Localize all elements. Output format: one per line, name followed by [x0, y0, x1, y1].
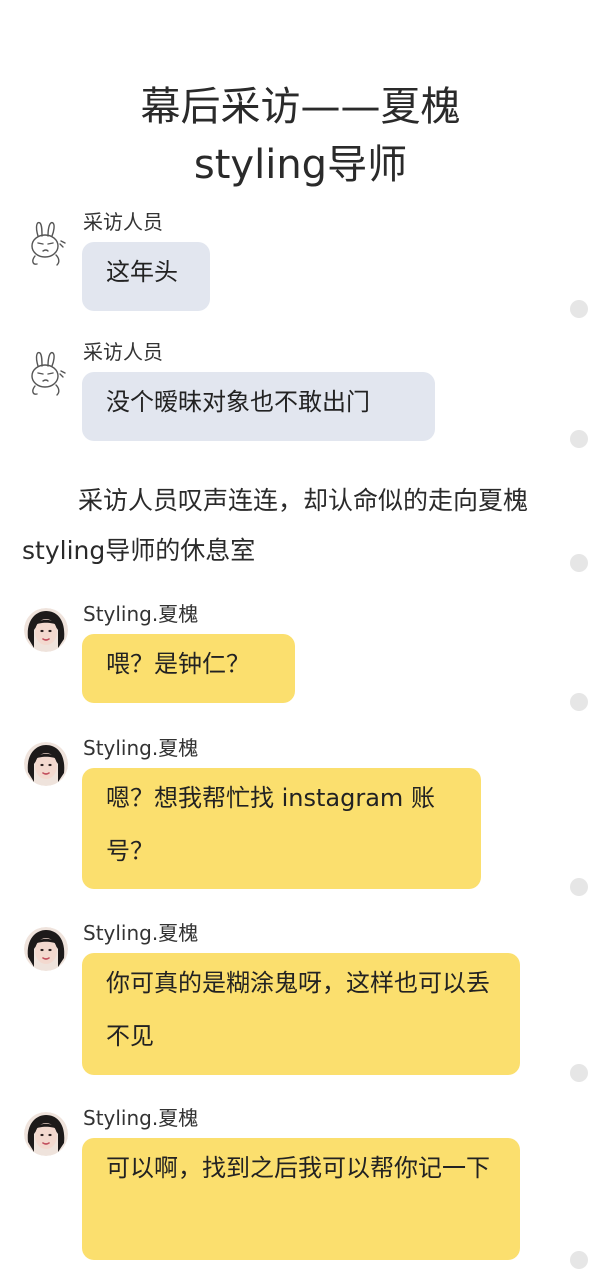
woman-avatar-icon[interactable] [24, 927, 68, 971]
title-line-1: 幕后采访——夏槐 [140, 84, 461, 130]
rabbit-avatar-icon[interactable] [26, 220, 68, 268]
woman-avatar-icon[interactable] [24, 1112, 68, 1156]
title-line-2: styling导师 [193, 142, 408, 188]
sender-name: 采访人员 [83, 340, 163, 364]
woman-avatar-icon[interactable] [24, 742, 68, 786]
status-dot [570, 300, 588, 318]
page-title: 幕后采访——夏槐 styling导师 [0, 78, 601, 194]
message-bubble[interactable]: 可以啊，找到之后我可以帮你记一下 [82, 1138, 520, 1260]
sender-name: Styling.夏槐 [83, 736, 199, 760]
status-dot [570, 554, 588, 572]
sender-name: 采访人员 [83, 210, 163, 234]
status-dot [570, 878, 588, 896]
status-dot [570, 1251, 588, 1269]
status-dot [570, 693, 588, 711]
sender-name: Styling.夏槐 [83, 921, 199, 945]
message-bubble[interactable]: 这年头 [82, 242, 210, 311]
sender-name: Styling.夏槐 [83, 602, 199, 626]
status-dot [570, 1064, 588, 1082]
sender-name: Styling.夏槐 [83, 1106, 199, 1130]
message-bubble[interactable]: 你可真的是糊涂鬼呀，这样也可以丢不见 [82, 953, 520, 1075]
message-bubble[interactable]: 没个暧昧对象也不敢出门 [82, 372, 435, 441]
woman-avatar-icon[interactable] [24, 608, 68, 652]
narration-text: 采访人员叹声连连，却认命似的走向夏槐 styling导师的休息室 [22, 486, 529, 565]
message-bubble[interactable]: 嗯？想我帮忙找 instagram 账号？ [82, 768, 481, 889]
rabbit-avatar-icon[interactable] [26, 350, 68, 398]
status-dot [570, 430, 588, 448]
message-bubble[interactable]: 喂？是钟仁？ [82, 634, 295, 703]
